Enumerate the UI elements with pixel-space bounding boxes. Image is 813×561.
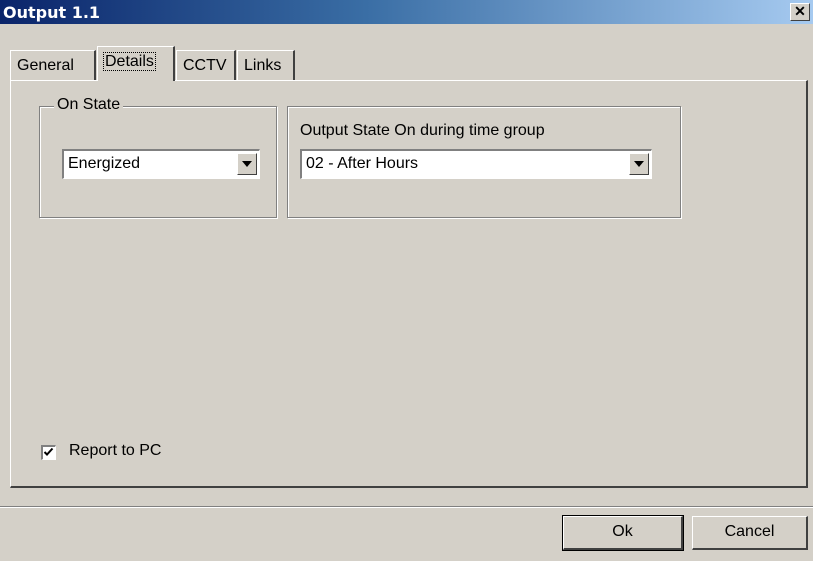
cancel-button[interactable]: Cancel	[692, 516, 808, 550]
time-group-label: Output State On during time group	[300, 122, 545, 139]
on-state-legend: On State	[54, 96, 124, 114]
on-state-value: Energized	[68, 155, 141, 172]
time-group-select[interactable]: 02 - After Hours	[300, 149, 652, 179]
footer-divider	[0, 506, 813, 508]
tab-general[interactable]: General	[10, 50, 96, 80]
tab-details[interactable]: Details	[97, 46, 175, 81]
title-bar[interactable]: Output 1.1 ✕	[0, 0, 813, 24]
checkmark-icon	[43, 447, 54, 456]
close-button[interactable]: ✕	[790, 3, 810, 21]
tab-cctv[interactable]: CCTV	[176, 50, 236, 80]
tab-label: CCTV	[183, 57, 227, 74]
on-state-group: On State Energized	[39, 96, 277, 218]
close-icon: ✕	[794, 3, 806, 19]
tab-label: Details	[103, 52, 156, 71]
output-dialog: Output 1.1 ✕ General Details CCTV Links …	[0, 0, 813, 561]
report-to-pc-label[interactable]: Report to PC	[69, 442, 161, 460]
details-panel: On State Energized Output State On durin…	[10, 80, 808, 488]
chevron-down-icon[interactable]	[629, 153, 649, 175]
tab-label: General	[17, 57, 74, 74]
time-group-value: 02 - After Hours	[306, 155, 419, 172]
tab-label: Links	[244, 57, 282, 74]
ok-button[interactable]: Ok	[562, 515, 684, 551]
window-title: Output 1.1	[3, 3, 101, 22]
chevron-down-icon[interactable]	[237, 153, 257, 175]
on-state-select[interactable]: Energized	[62, 149, 260, 179]
tab-links[interactable]: Links	[237, 50, 295, 80]
report-to-pc-checkbox[interactable]	[41, 445, 56, 460]
time-group-box: Output State On during time group 02 - A…	[287, 106, 681, 218]
